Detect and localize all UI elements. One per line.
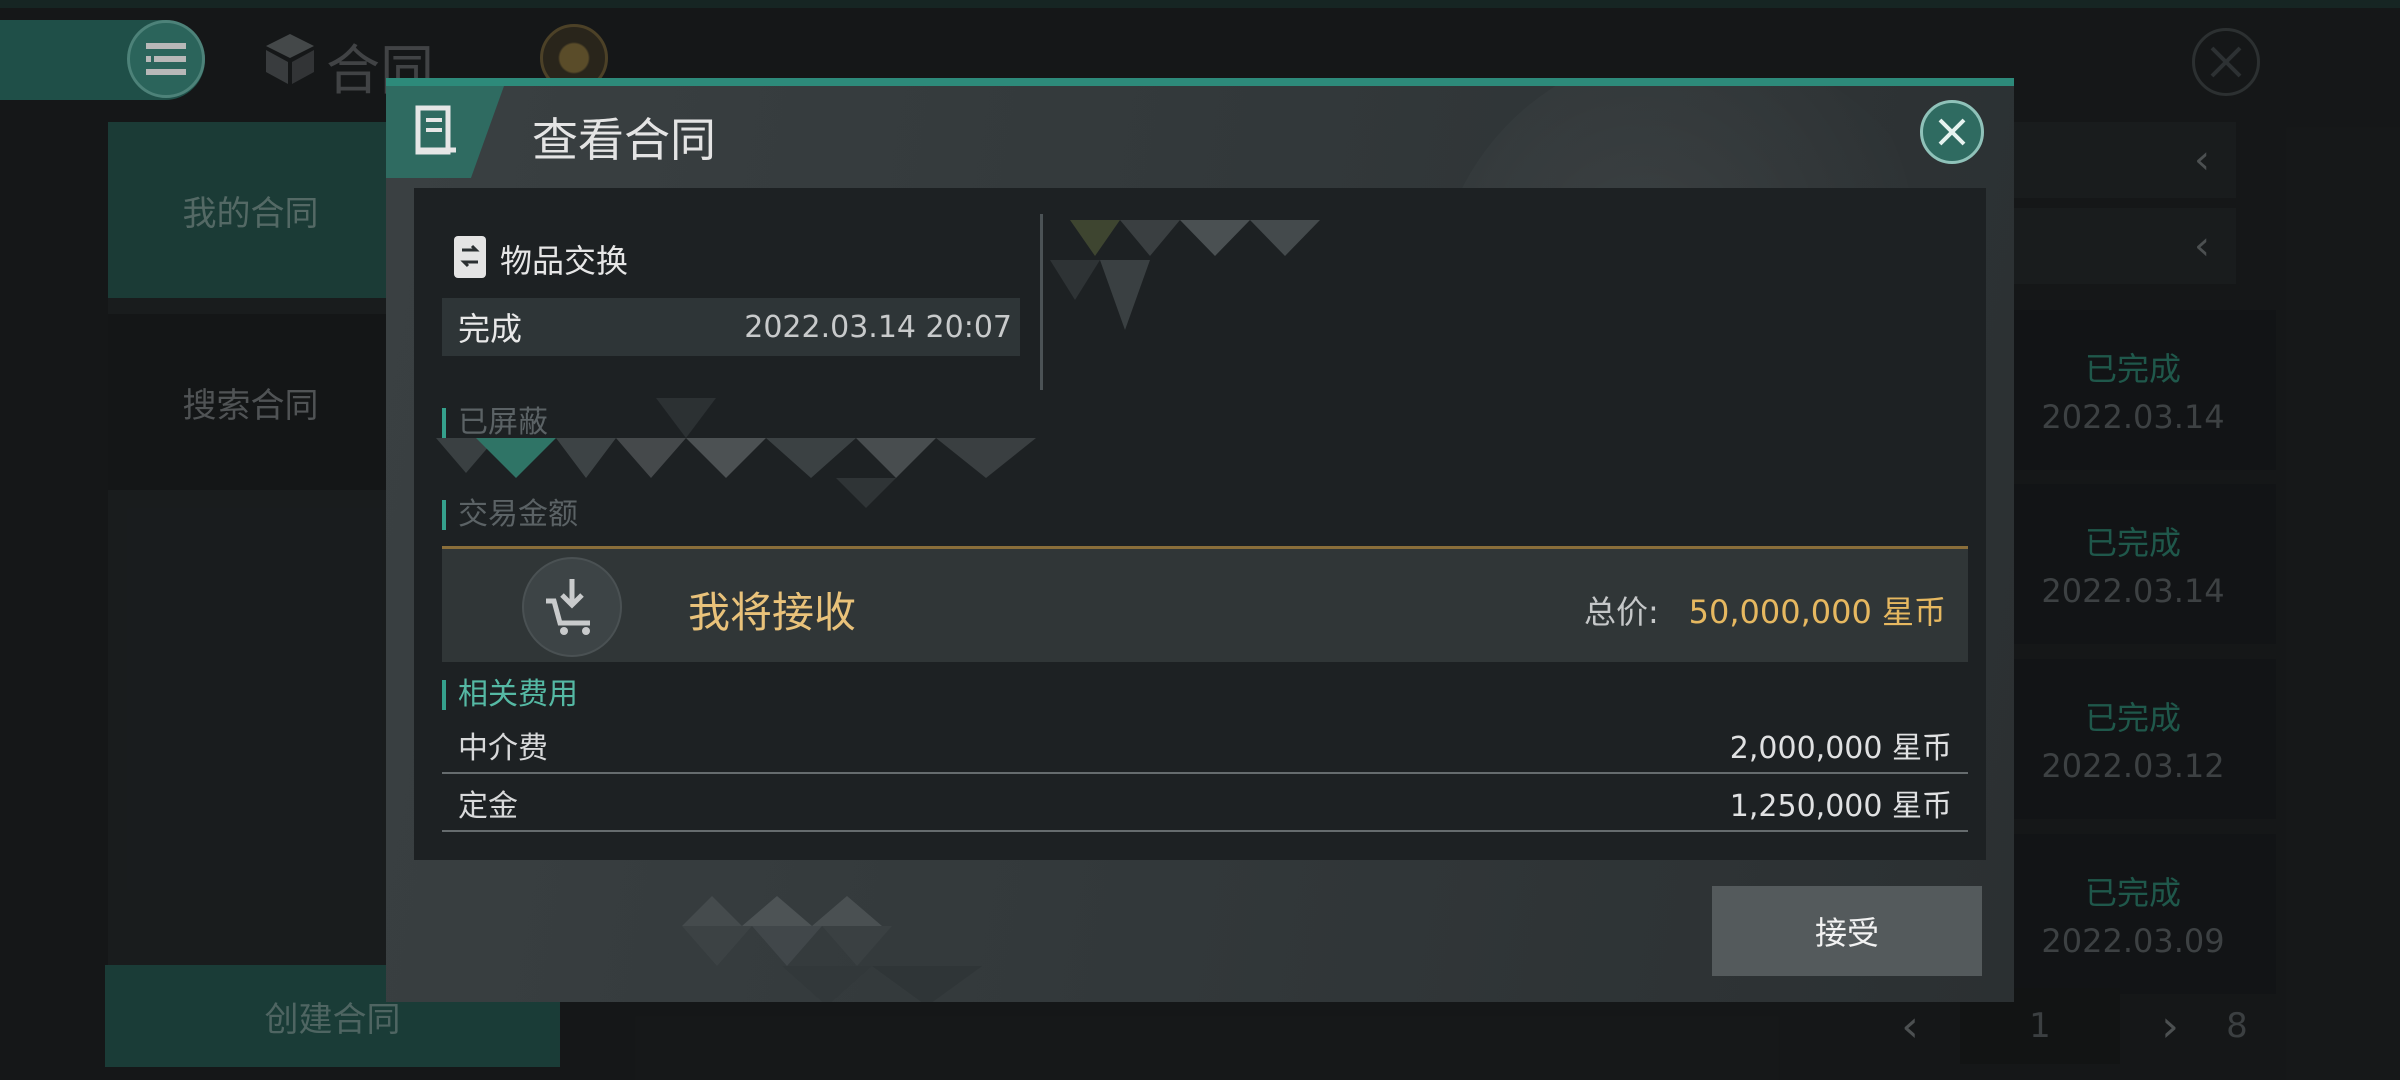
download-cart-icon <box>522 557 622 657</box>
dialog-close-button[interactable] <box>1920 100 1984 164</box>
fee-row-deposit: 定金 1,250,000 星币 <box>442 776 1968 832</box>
fee-value: 2,000,000 星币 <box>1729 731 1952 766</box>
fee-value: 1,250,000 星币 <box>1729 789 1952 824</box>
view-contract-dialog: 查看合同 物品交换 完成 2022.03.14 20:07 已屏蔽 交易金额 我… <box>386 78 2014 1002</box>
total-price-value: 50,000,000 星币 <box>1688 593 1946 631</box>
section-fees-label: 相关费用 <box>442 680 578 710</box>
decorative-mosaic <box>682 896 1162 1002</box>
receive-summary: 我将接收 总价: 50,000,000 星币 <box>442 546 1968 662</box>
total-price-label: 总价: <box>1584 593 1659 631</box>
fee-row-broker: 中介费 2,000,000 星币 <box>442 718 1968 774</box>
contract-status: 完成 <box>458 310 523 348</box>
fee-name: 定金 <box>458 789 518 824</box>
contract-date: 2022.03.14 20:07 <box>744 309 1012 345</box>
contract-icon <box>415 105 456 155</box>
contract-type: 物品交换 <box>500 242 629 280</box>
dialog-header-badge <box>386 86 504 178</box>
masked-partner-info <box>1050 220 1470 330</box>
section-amount-label: 交易金额 <box>442 500 578 530</box>
exchange-icon <box>454 236 486 278</box>
vertical-divider <box>1040 214 1043 390</box>
dialog-title: 查看合同 <box>532 113 716 167</box>
receive-label: 我将接收 <box>688 588 857 637</box>
fee-name: 中介费 <box>458 731 548 766</box>
contract-details: 物品交换 完成 2022.03.14 20:07 已屏蔽 交易金额 我将接收 总… <box>414 188 1986 860</box>
status-bar: 完成 2022.03.14 20:07 <box>442 298 1020 356</box>
close-icon <box>1938 118 1966 146</box>
accept-button[interactable]: 接受 <box>1712 886 1982 976</box>
